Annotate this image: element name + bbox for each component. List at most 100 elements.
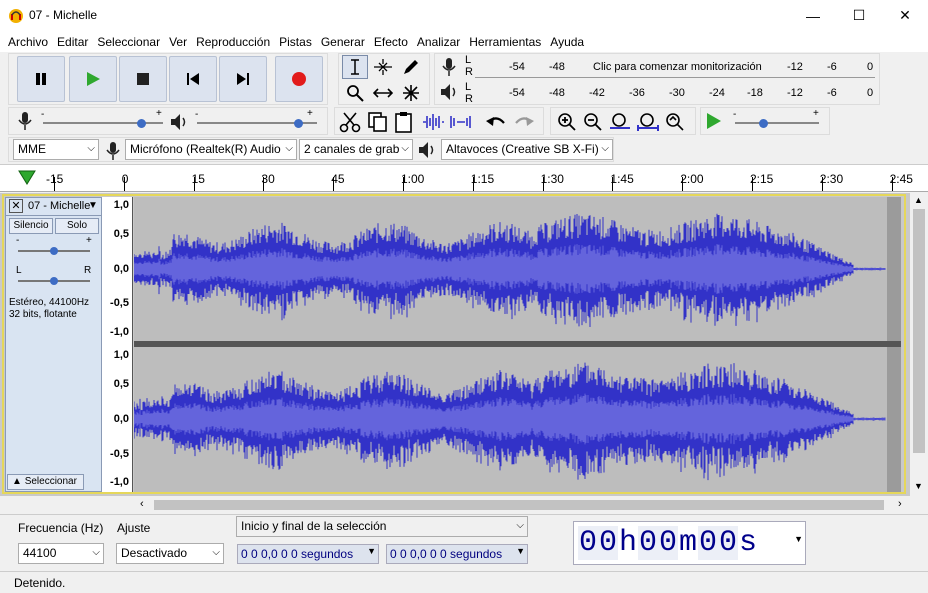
time-seconds-ones: 0 <box>718 526 738 560</box>
multi-tool[interactable] <box>398 81 424 105</box>
speaker-icon <box>171 114 186 130</box>
y-label-bottom-m1: -1,0 <box>110 476 129 488</box>
vertical-scroll-thumb[interactable] <box>913 209 925 453</box>
playback-volume-thumb[interactable] <box>294 119 303 128</box>
menu-generar[interactable]: Generar <box>317 35 369 49</box>
select-track-button[interactable]: ▲ Seleccionar <box>7 474 84 490</box>
stop-icon <box>137 73 149 85</box>
zoom-in-icon[interactable] <box>557 112 577 132</box>
record-meter-microphone-icon[interactable] <box>439 56 459 81</box>
timeline-tick-label: 1:00 <box>401 172 425 186</box>
minimize-button[interactable]: — <box>790 0 836 31</box>
skip-start-button[interactable] <box>169 56 217 102</box>
maximize-button[interactable]: ☐ <box>836 0 882 31</box>
track-name-menu[interactable]: 07 - Michelle <box>28 200 90 212</box>
track-menu-icon[interactable]: ▼ <box>88 200 98 211</box>
rec-volume-minus: - <box>41 109 45 120</box>
pause-icon <box>36 73 46 85</box>
time-seconds-tens: 0 <box>698 526 718 560</box>
timeline-tick-label: 2:30 <box>819 172 844 186</box>
playback-meter[interactable]: -54 -48 -42 -36 -30 -24 -18 -12 -6 0 <box>475 82 875 104</box>
caret-down-icon[interactable]: ▼ <box>367 546 376 556</box>
gain-slider-thumb[interactable] <box>50 247 58 255</box>
zoom-tool[interactable] <box>342 81 368 105</box>
recording-channels-value: 2 canales de grab <box>304 142 400 156</box>
recording-device-select[interactable]: Micrófono (Realtek(R) Audio ⌵ <box>125 139 297 160</box>
zoom-out-icon[interactable] <box>583 112 603 132</box>
menu-reproduccion[interactable]: Reproducción <box>192 35 274 49</box>
record-icon <box>292 72 306 86</box>
menu-seleccionar[interactable]: Seleccionar <box>93 35 164 49</box>
vertical-ruler[interactable]: 1,0 0,5 0,0 -0,5 -1,0 1,0 0,5 0,0 -0,5 -… <box>102 197 133 492</box>
skip-end-button[interactable] <box>219 56 267 102</box>
selection-mode-select[interactable]: Inicio y final de la selección ⌵ <box>236 516 528 537</box>
menu-efecto[interactable]: Efecto <box>370 35 412 49</box>
play-at-speed-icon[interactable] <box>705 112 723 130</box>
play-speed-slider[interactable] <box>735 122 819 124</box>
envelope-tool[interactable] <box>370 55 396 79</box>
play-tick: -6 <box>827 87 837 99</box>
paste-icon[interactable] <box>393 111 415 133</box>
cut-icon[interactable] <box>339 111 361 133</box>
menu-ver[interactable]: Ver <box>165 35 191 49</box>
trim-audio-icon[interactable] <box>421 113 445 131</box>
project-rate-select[interactable]: 44100 ⌵ <box>18 543 104 564</box>
redo-icon[interactable] <box>513 113 535 131</box>
selection-end-field[interactable]: 0 0 0,0 0 0 segundos ▼ <box>386 544 528 564</box>
menu-editar[interactable]: Editar <box>53 35 92 49</box>
snap-label: Ajuste <box>117 521 151 535</box>
menu-pistas[interactable]: Pistas <box>275 35 316 49</box>
play-speed-thumb[interactable] <box>759 119 768 128</box>
play-meter-speaker-icon[interactable] <box>439 82 459 105</box>
record-meter[interactable]: -54 -48 Clic para comenzar monitorizació… <box>475 56 875 78</box>
vertical-scrollbar[interactable]: ▲ ▼ <box>910 193 928 496</box>
waveform-display[interactable] <box>134 197 901 492</box>
menu-herramientas[interactable]: Herramientas <box>465 35 545 49</box>
time-shift-tool[interactable] <box>370 81 396 105</box>
menu-archivo[interactable]: Archivo <box>4 35 52 49</box>
scroll-up-icon[interactable]: ▲ <box>914 195 923 205</box>
zoom-toggle-icon[interactable] <box>665 112 687 132</box>
y-label-top-05: 0,5 <box>113 228 129 240</box>
timeline-ruler[interactable]: -15 0 15 30 45 1:00 1:15 1:30 1:45 2:00 2:15 2:30 2:… <box>0 164 928 192</box>
solo-button[interactable]: Solo <box>55 218 99 234</box>
copy-icon[interactable] <box>367 111 389 133</box>
scroll-down-icon[interactable]: ▼ <box>914 481 923 491</box>
record-meter-l: L <box>465 54 472 66</box>
recording-channels-select[interactable]: 2 canales de grab ⌵ <box>299 139 413 160</box>
selection-mode-value: Inicio y final de la selección <box>241 519 387 533</box>
selection-start-field[interactable]: 0 0 0,0 0 0 segundos ▼ <box>237 544 379 564</box>
play-tick: -12 <box>787 87 803 99</box>
close-button[interactable]: ✕ <box>882 0 928 31</box>
stop-button[interactable] <box>119 56 167 102</box>
record-button[interactable] <box>275 56 323 102</box>
audio-host-select[interactable]: MME ⌵ <box>13 139 99 160</box>
pause-button[interactable] <box>17 56 65 102</box>
menu-ayuda[interactable]: Ayuda <box>546 35 588 49</box>
pan-slider-thumb[interactable] <box>50 277 58 285</box>
scroll-left-icon[interactable]: ‹ <box>140 498 144 510</box>
time-format-caret-icon[interactable]: ▼ <box>794 534 803 544</box>
selection-tool[interactable] <box>342 55 368 79</box>
time-display[interactable]: 00h00m00s ▼ <box>573 521 806 565</box>
caret-down-icon[interactable]: ▼ <box>516 546 525 556</box>
time-minutes-ones: 0 <box>658 526 678 560</box>
fit-project-icon[interactable] <box>637 112 659 132</box>
silence-audio-icon[interactable] <box>449 113 473 131</box>
track-close-button[interactable]: ✕ <box>9 199 23 213</box>
playback-device-select[interactable]: Altavoces (Creative SB X-Fi) ⌵ <box>441 139 613 160</box>
menu-analizar[interactable]: Analizar <box>413 35 464 49</box>
horizontal-scroll-thumb[interactable] <box>154 500 884 510</box>
horizontal-scrollbar[interactable]: ‹ › <box>134 497 910 513</box>
play-button[interactable] <box>69 56 117 102</box>
mute-button[interactable]: Silencio <box>9 218 53 234</box>
fit-selection-icon[interactable] <box>609 112 631 132</box>
scroll-right-icon[interactable]: › <box>898 498 902 510</box>
recording-volume-thumb[interactable] <box>137 119 146 128</box>
pin-play-head-icon[interactable] <box>18 170 36 186</box>
draw-tool[interactable] <box>398 55 424 79</box>
snap-select[interactable]: Desactivado ⌵ <box>116 543 224 564</box>
undo-icon[interactable] <box>485 113 507 131</box>
speed-minus: - <box>733 109 737 120</box>
collapse-icon[interactable]: ▲ <box>12 476 22 487</box>
